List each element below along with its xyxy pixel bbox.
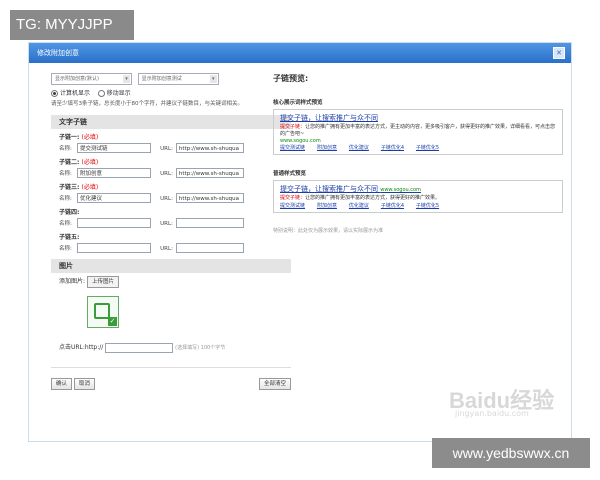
chevron-down-icon: ▾ xyxy=(123,75,130,83)
clear-all-button[interactable]: 全部清空 xyxy=(258,377,291,390)
link3-url-input[interactable]: http://www.sh-shuqua xyxy=(175,193,244,203)
link-group-4: 子链四: 名称: URL: xyxy=(51,207,291,228)
link1-name-input[interactable]: 提交测试链 xyxy=(77,143,151,153)
radio-icon xyxy=(97,90,105,97)
preview-link-5[interactable]: 子链优化5 xyxy=(416,202,439,209)
link-header: 子链二: xyxy=(59,159,80,166)
baidu-watermark-sub: jingyan.baidu.com xyxy=(455,409,529,418)
preview-link-2[interactable]: 附加创意 xyxy=(317,144,337,151)
link-header: 子链一: xyxy=(59,134,80,141)
preview-subtitle: 核心展示词样式预览 xyxy=(273,100,323,106)
name-label: 名称: xyxy=(59,195,72,202)
url-label: URL: xyxy=(160,220,173,227)
link-url-label: 点击URL:http:// xyxy=(59,344,104,351)
link1-url-input[interactable]: http://www.sh-shuqua xyxy=(175,143,244,153)
preview-headline[interactable]: 提交子链，让搜索推广与众不同 xyxy=(280,113,556,123)
name-label: 名称: xyxy=(59,170,72,177)
close-icon[interactable]: ✕ xyxy=(553,47,565,59)
link3-name-input[interactable]: 优化建议 xyxy=(77,193,151,203)
telegram-tag: TG: MYYJJPP xyxy=(10,10,134,40)
link2-name-input[interactable]: 附加创意 xyxy=(77,168,151,178)
preview-links: 提交测试链 附加创意 优化建议 子链优化4 子链优化5 xyxy=(280,144,556,151)
preview-link-3[interactable]: 优化建议 xyxy=(349,144,369,151)
upload-image-button[interactable]: 上传图片 xyxy=(86,276,119,288)
text-links-header: 文字子链 xyxy=(51,115,291,129)
required-mark: (必填) xyxy=(81,134,99,141)
url-label: URL: xyxy=(160,245,173,252)
radio-mobile[interactable]: 移动显示 xyxy=(97,90,131,97)
cancel-button[interactable]: 取消 xyxy=(73,377,95,390)
preview-link-3[interactable]: 优化建议 xyxy=(349,202,369,209)
preview-link-4[interactable]: 子链优化4 xyxy=(381,144,404,151)
link-url-hint: (选择填写) 100个字节 xyxy=(175,345,226,351)
preview-description: 提交子链：让您的推广拥有更加丰富的表达方式，更主动的内容，更多吸引客户，获得更好… xyxy=(280,124,556,137)
instruction-note: 请至少填写3条子链，总长度小于80个字符，并建议子链数目，与关键词相关。 xyxy=(51,101,244,107)
dialog-titlebar: 修改附加创意 ✕ xyxy=(29,43,571,63)
link-group-3: 子链三: (必填) 名称: 优化建议 URL: http://www.sh-shuq… xyxy=(51,182,291,203)
link-header: 子链三: xyxy=(59,184,80,191)
preview-panel: 子链预览: 核心展示词样式预览 提交子链，让搜索推广与众不同 提交子链：让您的推… xyxy=(273,73,563,234)
radio-icon xyxy=(51,90,58,97)
name-label: 名称: xyxy=(59,220,72,227)
preview-link-4[interactable]: 子链优化4 xyxy=(381,202,404,209)
link5-name-input[interactable] xyxy=(77,243,151,253)
preview-box-normal: 提交子链，让搜索推广与众不同 www.sogou.com 提交子链：让您的推广拥… xyxy=(273,180,563,213)
url-label: URL: xyxy=(160,145,173,152)
preview-headline-link[interactable]: 提交子链，让搜索推广与众不同 xyxy=(280,185,378,193)
link-header: 子链四: xyxy=(59,209,80,216)
display-select-right[interactable]: 显示附加创意测试 ▾ xyxy=(137,73,219,85)
link-url-input[interactable] xyxy=(105,342,174,353)
link-group-1: 子链一: (必填) 名称: 提交测试链 URL: http://www.sh-shu… xyxy=(51,132,291,153)
preview-box-core: 提交子链，让搜索推广与众不同 提交子链：让您的推广拥有更加丰富的表达方式，更主动… xyxy=(273,109,563,155)
preview-link-5[interactable]: 子链优化5 xyxy=(416,144,439,151)
link2-url-input[interactable]: http://www.sh-shuqua xyxy=(175,168,244,178)
site-url-tag: www.yedbswwx.cn xyxy=(432,438,590,468)
divider xyxy=(51,366,291,368)
preview-footnote: 特别说明：此处仅为展示效果，请以实际展示为准 xyxy=(273,228,384,234)
image-thumbnail[interactable]: ✓ xyxy=(87,296,119,328)
preview-link-1[interactable]: 提交测试链 xyxy=(280,202,305,209)
preview-headline: 提交子链，让搜索推广与众不同 www.sogou.com xyxy=(280,184,556,194)
preview-description: 提交子链：让您的推广拥有更加丰富的表达方式，获得更好的推广效果。 xyxy=(280,195,441,201)
chevron-down-icon: ▾ xyxy=(209,75,217,83)
add-image-label: 添加图片: xyxy=(59,278,86,285)
link-group-2: 子链二: (必填) 名称: 附加创意 URL: http://www.sh-shuq… xyxy=(51,157,291,178)
url-label: URL: xyxy=(160,170,173,177)
preview-url: www.sogou.com xyxy=(380,187,421,193)
dialog-title: 修改附加创意 xyxy=(37,49,79,57)
image-section-header: 图片 xyxy=(51,259,291,273)
display-select-left[interactable]: 显示附加创意(默认) ▾ xyxy=(51,73,132,85)
link4-url-input[interactable] xyxy=(175,218,244,228)
link-group-5: 子链五: 名称: URL: xyxy=(51,232,291,253)
link4-name-input[interactable] xyxy=(77,218,151,228)
required-mark: (必填) xyxy=(81,159,99,166)
preview-link-2[interactable]: 附加创意 xyxy=(317,202,337,209)
radio-computer[interactable]: 计算机显示 xyxy=(51,90,90,97)
preview-subtitle: 普通样式预览 xyxy=(273,171,307,177)
ok-button[interactable]: 确认 xyxy=(51,377,73,390)
preview-title: 子链预览: xyxy=(273,74,309,83)
checkmark-icon: ✓ xyxy=(108,317,117,326)
url-label: URL: xyxy=(160,195,173,202)
name-label: 名称: xyxy=(59,245,72,252)
required-mark: (必填) xyxy=(81,184,99,191)
link-header: 子链五: xyxy=(59,234,80,241)
dialog-window: 修改附加创意 ✕ 显示附加创意(默认) ▾ 显示附加创意测试 ▾ 计算机显示 移动显… xyxy=(28,42,572,442)
edit-form: 显示附加创意(默认) ▾ 显示附加创意测试 ▾ 计算机显示 移动显示 请至少填写3条… xyxy=(51,73,291,390)
preview-links: 提交测试链 附加创意 优化建议 子链优化4 子链优化5 xyxy=(280,202,556,209)
name-label: 名称: xyxy=(59,145,72,152)
preview-link-1[interactable]: 提交测试链 xyxy=(280,144,305,151)
link5-url-input[interactable] xyxy=(175,243,244,253)
